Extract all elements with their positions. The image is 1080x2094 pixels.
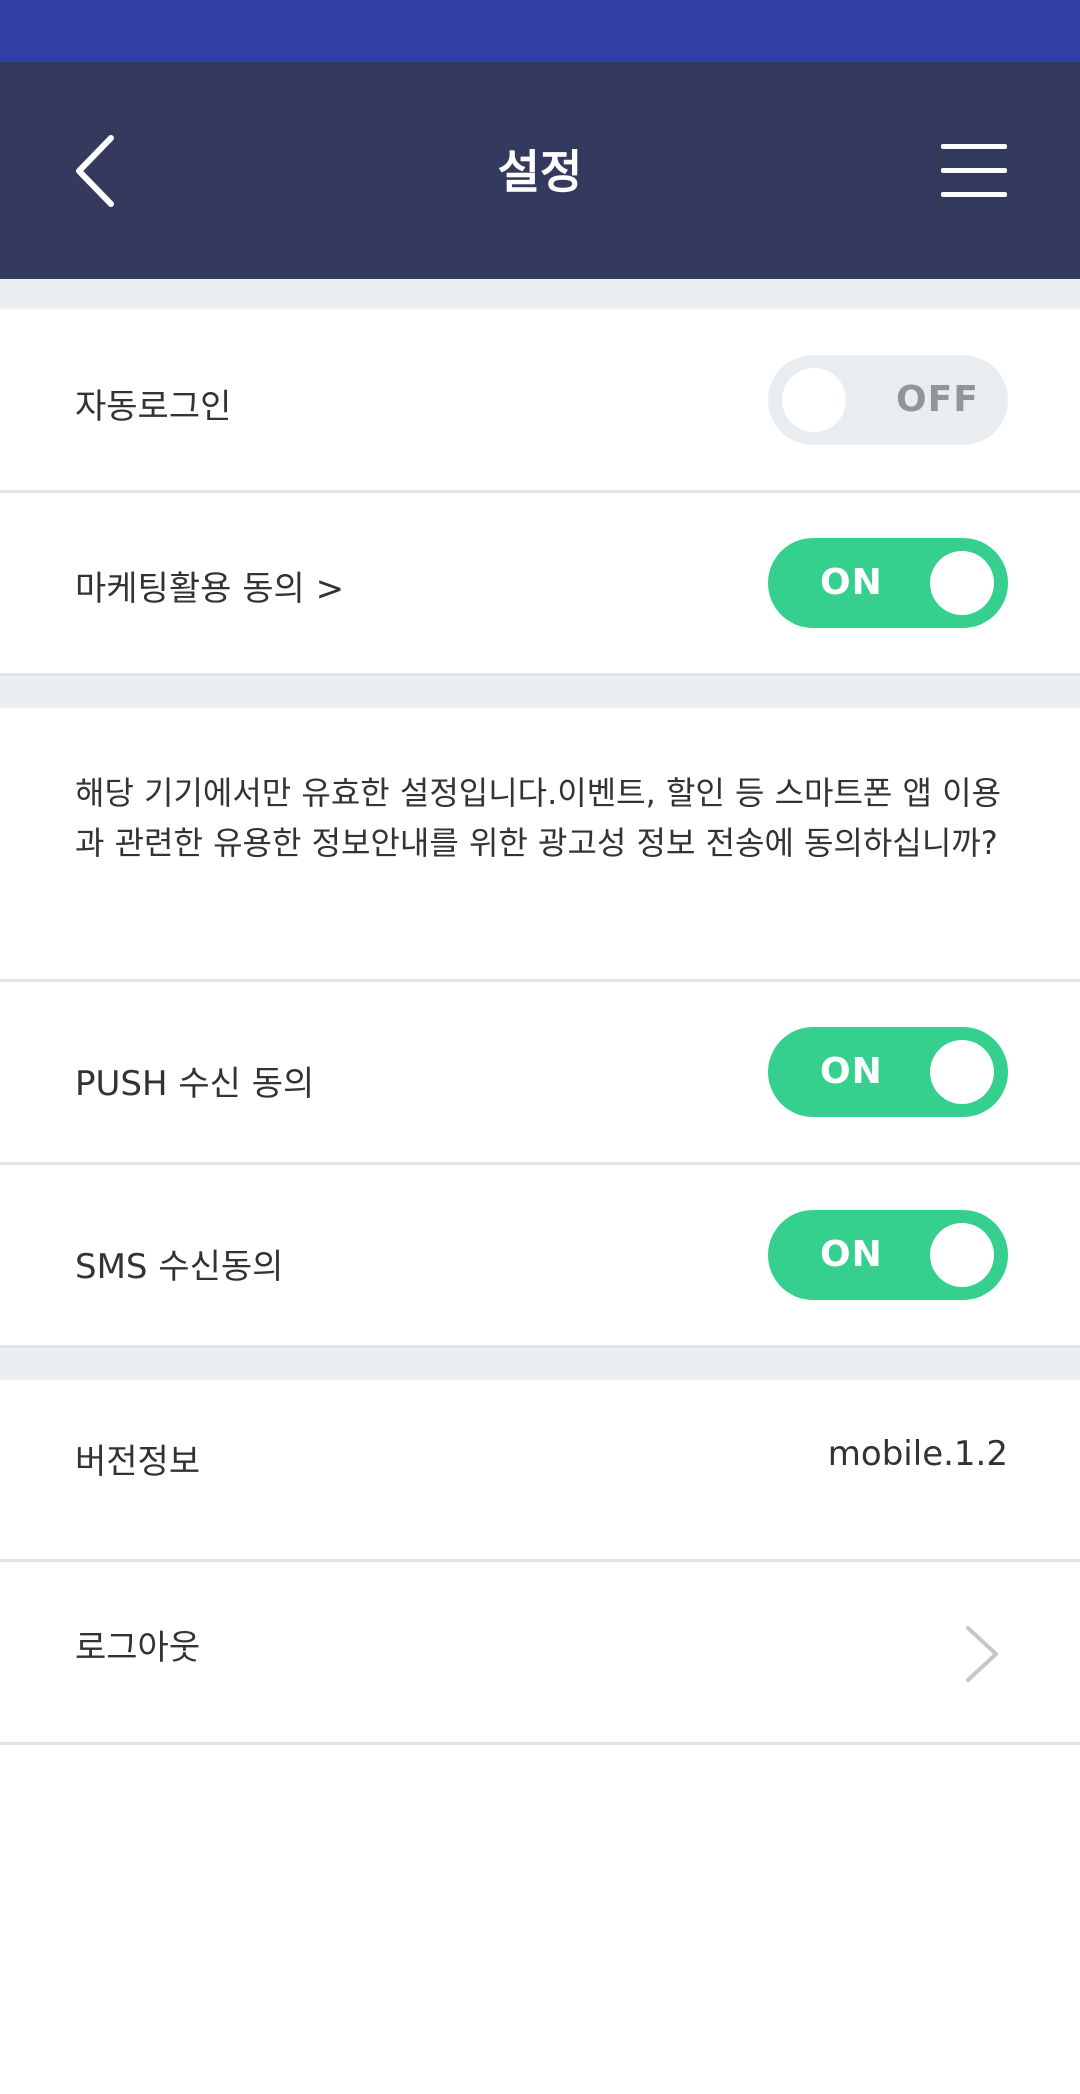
auto-login-label: 자동로그인 (75, 387, 232, 427)
toggle-state-text: ON (820, 1051, 883, 1092)
toggle-state-text: OFF (896, 379, 979, 420)
page-title: 설정 (497, 145, 583, 199)
consent-info-block: 해당 기기에서만 유효한 설정입니다.이벤트, 할인 등 스마트폰 앱 이용과 … (0, 708, 1080, 982)
marketing-consent-row: 마케팅활용 동의 > ON (0, 493, 1080, 676)
status-bar (0, 0, 1080, 62)
logout-label: 로그아웃 (75, 1628, 201, 1668)
marketing-consent-label[interactable]: 마케팅활용 동의 > (75, 561, 344, 610)
chevron-right-icon (966, 1626, 998, 1682)
auto-login-row: 자동로그인 OFF (0, 309, 1080, 493)
toggle-knob (782, 368, 846, 432)
push-consent-label: PUSH 수신 동의 (75, 1064, 315, 1104)
version-row: 버전정보 mobile.1.2 (0, 1380, 1080, 1562)
toggle-state-text: ON (820, 562, 883, 603)
marketing-consent-toggle[interactable]: ON (768, 538, 1008, 628)
app-bar: 설정 (0, 62, 1080, 279)
sms-consent-toggle[interactable]: ON (768, 1210, 1008, 1300)
auto-login-toggle[interactable]: OFF (768, 355, 1008, 445)
toggle-state-text: ON (820, 1234, 883, 1275)
section-divider (0, 279, 1080, 309)
hamburger-menu-icon (941, 144, 1007, 197)
push-consent-row: PUSH 수신 동의 ON (0, 982, 1080, 1165)
version-label: 버전정보 (75, 1442, 201, 1482)
menu-button[interactable] (934, 132, 1014, 210)
section-divider (0, 1348, 1080, 1380)
toggle-knob (930, 1040, 994, 1104)
toggle-knob (930, 551, 994, 615)
consent-info-text: 해당 기기에서만 유효한 설정입니다.이벤트, 할인 등 스마트폰 앱 이용과 … (75, 774, 1002, 862)
push-consent-toggle[interactable]: ON (768, 1027, 1008, 1117)
sms-consent-row: SMS 수신동의 ON (0, 1165, 1080, 1348)
sms-consent-label: SMS 수신동의 (75, 1247, 284, 1287)
version-value: mobile.1.2 (827, 1434, 1008, 1474)
toggle-knob (930, 1223, 994, 1287)
section-divider (0, 676, 1080, 708)
logout-row[interactable]: 로그아웃 (0, 1562, 1080, 1745)
